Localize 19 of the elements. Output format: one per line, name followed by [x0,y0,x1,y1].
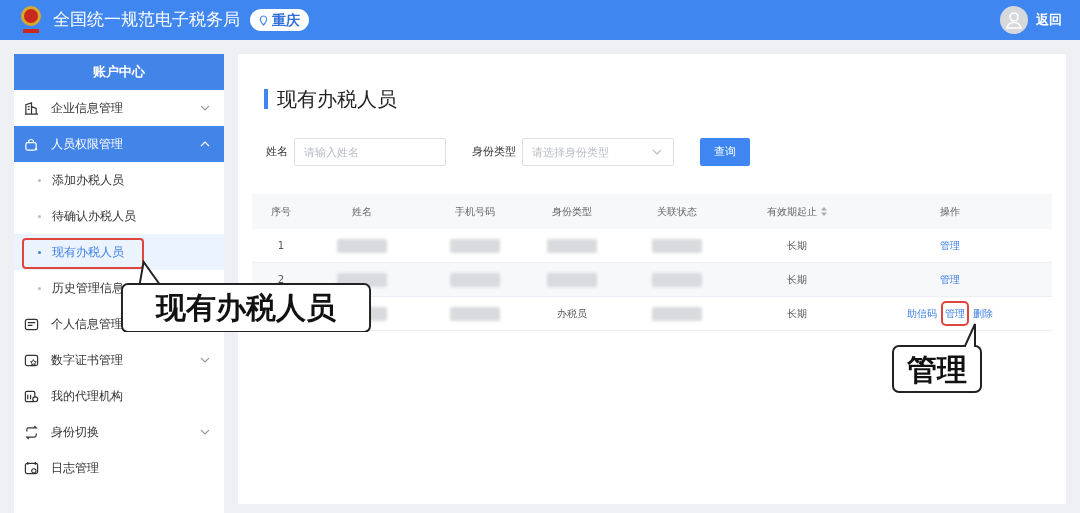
field-label: 姓名 [266,143,288,160]
sidebar-title: 账户中心 [14,54,224,90]
table-cell-text: 长期 [787,239,807,253]
site-title: 全国统一规范电子税务局 [53,8,240,32]
column-header: 身份类型 [552,205,592,219]
column-header: 姓名 [352,205,372,219]
page-title: 现有办税人员 [277,86,397,113]
column-header: 序号 [271,205,291,219]
table-cell-text: 1 [277,239,285,253]
table-cell-text: 长期 [787,273,807,287]
column-header: 手机号码 [455,205,495,219]
column-header: 操作 [940,205,960,219]
table-cell-text: 办税员 [557,307,587,321]
column-header: 关联状态 [657,205,697,219]
field-label: 身份类型 [472,143,516,160]
table-cell-text: 长期 [787,307,807,321]
table-cell-text: 2 [277,273,285,287]
callout-text: 管理 [907,355,967,385]
column-header: 有效期起止 [767,205,817,219]
